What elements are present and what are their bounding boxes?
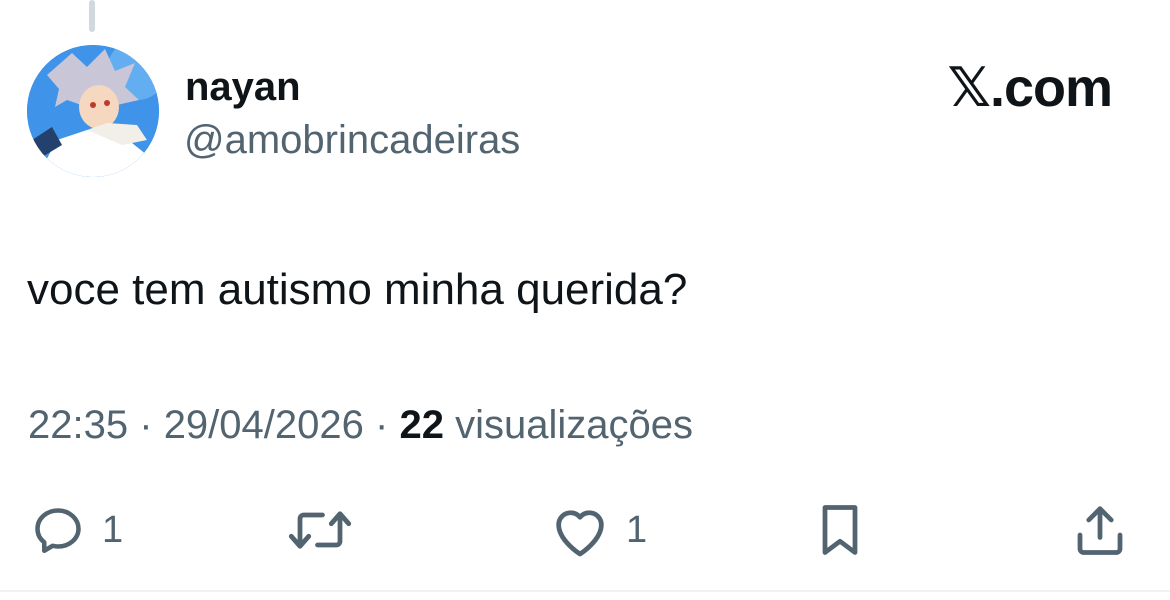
- bookmark-icon: [822, 505, 858, 555]
- like-count: 1: [626, 508, 648, 551]
- tweet-date[interactable]: 29/04/2026: [164, 403, 364, 447]
- divider: [0, 590, 1170, 592]
- display-name[interactable]: nayan: [185, 64, 301, 110]
- share-button[interactable]: [1070, 495, 1130, 565]
- retweet-button[interactable]: [284, 495, 356, 565]
- views-label: visualizações: [455, 403, 693, 447]
- bookmark-button[interactable]: [810, 495, 870, 565]
- heart-icon: [556, 510, 604, 557]
- tweet-metadata: 22:35 · 29/04/2026 · 22 visualizações: [28, 401, 693, 449]
- tweet-time[interactable]: 22:35: [28, 403, 128, 447]
- views-count: 22: [399, 403, 444, 447]
- meta-separator: ·: [139, 403, 153, 447]
- reply-count: 1: [102, 508, 124, 551]
- tweet-text: voce tem autismo minha querida?: [27, 265, 688, 314]
- retweet-icon: [288, 511, 352, 549]
- avatar-image: [27, 45, 159, 177]
- brand-domain: .com: [989, 58, 1113, 118]
- thread-connector-line: [89, 0, 95, 32]
- share-icon: [1077, 506, 1123, 555]
- reply-button[interactable]: 1: [28, 495, 123, 565]
- user-handle[interactable]: @amobrincadeiras: [184, 117, 520, 163]
- x-brand-logo: 𝕏.com: [947, 56, 1113, 120]
- like-button[interactable]: 1: [548, 495, 647, 565]
- meta-separator: ·: [375, 403, 389, 447]
- tweet-actions-bar: 1 1: [0, 495, 1170, 565]
- x-logo-icon: 𝕏: [947, 56, 991, 119]
- avatar[interactable]: [27, 45, 159, 177]
- reply-icon: [35, 508, 81, 553]
